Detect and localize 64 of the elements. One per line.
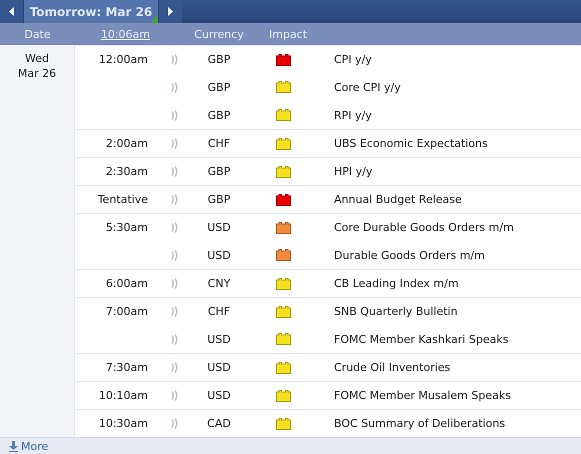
next-button[interactable]: [159, 0, 182, 23]
event-time: 2:00am: [104, 137, 149, 150]
currency: GBP: [206, 80, 232, 94]
event-time: 5:30am: [104, 221, 149, 234]
event-title[interactable]: Core CPI y/y: [319, 80, 581, 94]
currency: USD: [206, 389, 232, 402]
sound-icon[interactable]: [171, 54, 178, 65]
currency: CAD: [206, 417, 232, 430]
event-title[interactable]: CPI y/y: [319, 53, 581, 66]
left-arrow-icon: [8, 7, 14, 16]
event-time: Tentative: [96, 193, 149, 206]
column-header: Currency: [193, 28, 245, 40]
currency: USD: [206, 332, 232, 346]
sound-icon[interactable]: [171, 390, 178, 401]
currency: CHF: [206, 137, 232, 150]
currency: GBP: [206, 53, 232, 66]
download-icon: [9, 440, 18, 452]
sound-icon[interactable]: [171, 250, 178, 260]
currency: USD: [206, 361, 232, 374]
more-link[interactable]: More: [9, 440, 48, 452]
currency: USD: [206, 248, 232, 262]
event-time: 10:10am: [98, 389, 149, 402]
day-tab[interactable]: Tomorrow: Mar 26: [23, 0, 159, 23]
event-title[interactable]: CB Leading Index m/m: [319, 277, 581, 290]
event-title[interactable]: FOMC Member Kashkari Speaks: [319, 332, 581, 346]
event-time: 7:00am: [104, 305, 149, 318]
corner-icon: [150, 15, 158, 23]
sound-icon[interactable]: [171, 334, 178, 344]
sound-icon[interactable]: [171, 278, 178, 289]
sound-icon[interactable]: [171, 194, 178, 205]
event-time: 6:00am: [104, 277, 149, 290]
sound-icon[interactable]: [171, 418, 178, 429]
sound-icon[interactable]: [171, 362, 178, 373]
currency: GBP: [206, 108, 232, 122]
currency: USD: [206, 221, 232, 234]
sound-icon[interactable]: [171, 166, 178, 177]
event-title[interactable]: FOMC Member Musalem Speaks: [319, 389, 581, 402]
currency: GBP: [206, 165, 232, 178]
event-time: 2:30am: [104, 165, 149, 178]
right-arrow-icon: [168, 7, 174, 16]
sound-icon[interactable]: [171, 82, 178, 92]
currency: CNY: [206, 277, 232, 290]
sound-icon[interactable]: [171, 306, 178, 317]
day-date: Wed Mar 26: [18, 51, 56, 82]
event-title[interactable]: Crude Oil Inventories: [319, 361, 581, 374]
previous-button[interactable]: [0, 0, 23, 23]
event-title[interactable]: Core Durable Goods Orders m/m: [319, 221, 581, 234]
event-time: 12:00am: [98, 53, 149, 66]
sound-icon[interactable]: [171, 110, 178, 120]
column-header: Impact: [268, 28, 308, 40]
event-title[interactable]: HPI y/y: [319, 165, 581, 178]
event-time: 10:30am: [98, 417, 149, 430]
currency: CHF: [206, 305, 232, 318]
event-title[interactable]: Annual Budget Release: [319, 193, 581, 206]
event-title[interactable]: RPI y/y: [319, 108, 581, 122]
event-title[interactable]: UBS Economic Expectations: [319, 137, 581, 150]
column-header: Date: [23, 28, 52, 40]
event-title[interactable]: SNB Quarterly Bulletin: [319, 305, 581, 318]
event-title[interactable]: BOC Summary of Deliberations: [319, 417, 581, 430]
sound-icon[interactable]: [171, 138, 178, 149]
currency: GBP: [206, 193, 232, 206]
event-time: 7:30am: [104, 361, 149, 374]
event-title[interactable]: Durable Goods Orders m/m: [319, 248, 581, 262]
sound-icon[interactable]: [171, 222, 178, 233]
